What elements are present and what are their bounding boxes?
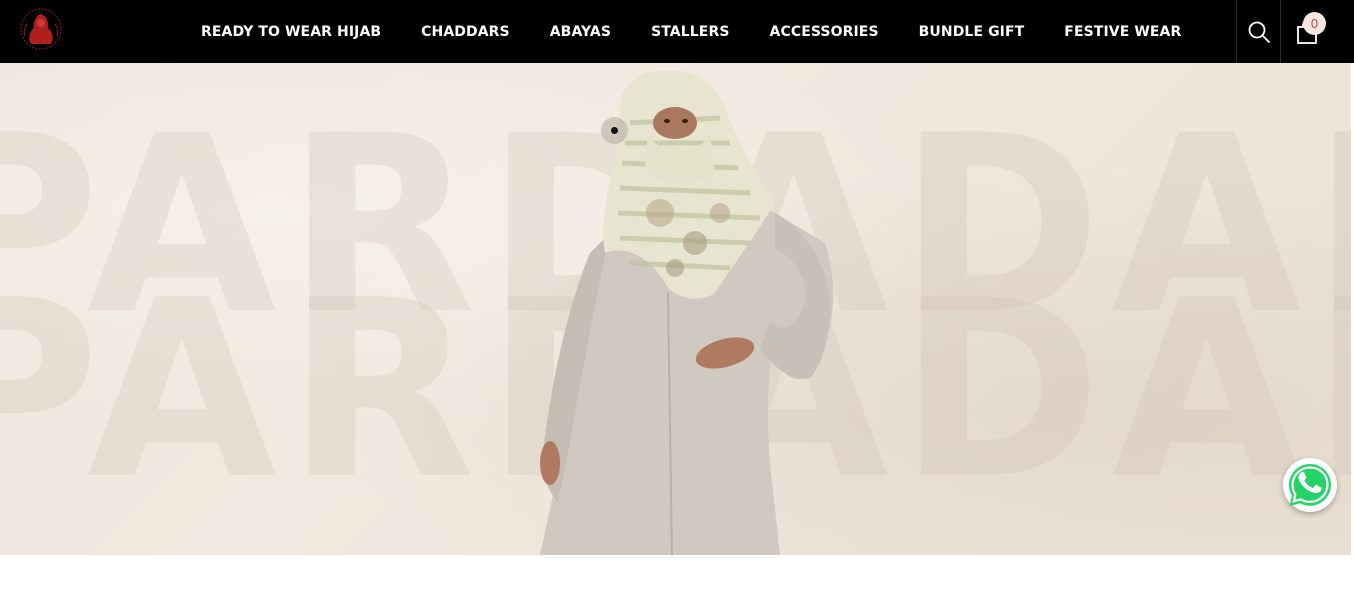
nav-item-bundle-gift[interactable]: BUNDLE GIFT <box>899 24 1045 40</box>
slider-dot[interactable] <box>601 117 628 144</box>
hero-model-image <box>540 70 834 555</box>
slider-dot-active <box>611 127 618 134</box>
nav-item-abayas[interactable]: ABAYAS <box>530 24 631 40</box>
hero-banner[interactable]: PARDADARI PARDADARI <box>0 63 1351 555</box>
nav-item-stallers[interactable]: STALLERS <box>631 24 749 40</box>
nav-item-ready-to-wear-hijab[interactable]: READY TO WEAR HIJAB <box>181 24 401 40</box>
cart-count-badge: 0 <box>1303 12 1326 35</box>
whatsapp-icon <box>1289 464 1331 506</box>
pardadari-logo-icon <box>20 8 62 50</box>
search-button[interactable] <box>1236 0 1281 63</box>
site-header: READY TO WEAR HIJAB CHADDARS ABAYAS STAL… <box>0 0 1354 63</box>
page-content-area <box>0 555 1354 604</box>
nav-item-chaddars[interactable]: CHADDARS <box>401 24 530 40</box>
whatsapp-chat-button[interactable] <box>1283 458 1337 512</box>
brand-logo[interactable] <box>15 6 67 52</box>
search-icon <box>1248 21 1270 43</box>
nav-item-accessories[interactable]: ACCESSORIES <box>750 24 899 40</box>
main-navigation: READY TO WEAR HIJAB CHADDARS ABAYAS STAL… <box>181 0 1201 63</box>
nav-item-festive-wear[interactable]: FESTIVE WEAR <box>1044 24 1201 40</box>
